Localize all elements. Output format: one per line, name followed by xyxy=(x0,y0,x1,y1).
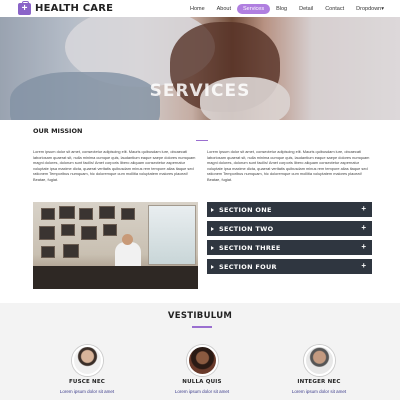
team-heading: VESTIBULUM xyxy=(167,311,233,321)
medical-bag-icon xyxy=(18,0,31,15)
team-member-card: FUSCE NEC Lorem ipsum dolor sit amet xyxy=(37,345,137,394)
wall-frame xyxy=(41,208,55,220)
office-desk xyxy=(33,266,198,289)
member-name: NULLA QUIS xyxy=(182,379,222,385)
member-text: Lorem ipsum dolor sit amet xyxy=(291,389,347,394)
hero-overlay xyxy=(0,17,400,120)
hero-banner: SERVICES xyxy=(0,17,400,120)
brand-logo[interactable]: HEALTH CARE xyxy=(18,0,114,15)
accordion-label: SECTION TWO xyxy=(219,224,274,233)
doctor-office-photo xyxy=(33,202,198,289)
main-menu: Home About Services Blog Detail Contact … xyxy=(184,0,390,17)
wall-frame xyxy=(61,224,75,236)
team-member-card: INTEGER NEC Lorem ipsum dolor sit amet xyxy=(269,345,369,394)
avatar xyxy=(186,345,218,376)
wall-frame xyxy=(41,246,55,258)
wall-frame xyxy=(99,206,115,219)
brand-name: HEALTH CARE xyxy=(35,3,114,14)
menu-item-contact[interactable]: Contact xyxy=(319,4,350,14)
wall-frame xyxy=(81,226,97,240)
menu-item-services[interactable]: Services xyxy=(237,3,271,14)
accordion-item-section-two[interactable]: SECTION TWO + xyxy=(207,221,372,236)
caret-right-icon xyxy=(211,226,214,231)
office-window xyxy=(148,205,196,265)
mission-paragraph-right: Lorem ipsum dolor sit amet, consectetur … xyxy=(207,149,370,182)
team-divider xyxy=(192,326,212,328)
doctor-head xyxy=(122,234,133,245)
team-member-card: NULLA QUIS Lorem ipsum dolor sit amet xyxy=(152,345,252,394)
wall-frame xyxy=(63,244,79,258)
accordion-item-section-three[interactable]: SECTION THREE + xyxy=(207,240,372,255)
avatar xyxy=(303,345,335,376)
wall-frame xyxy=(103,224,117,236)
accordion-item-section-four[interactable]: SECTION FOUR + xyxy=(207,259,372,274)
wall-frame xyxy=(59,206,75,219)
menu-item-dropdown[interactable]: Dropdown▾ xyxy=(350,4,390,14)
wall-frame xyxy=(79,208,93,220)
member-text: Lorem ipsum dolor sit amet xyxy=(59,389,115,394)
caret-right-icon xyxy=(211,207,214,212)
member-name: INTEGER NEC xyxy=(297,379,341,385)
top-navbar: HEALTH CARE Home About Services Blog Det… xyxy=(0,0,400,17)
accordion-label: SECTION ONE xyxy=(219,205,272,214)
caret-right-icon xyxy=(211,245,214,250)
plus-icon: + xyxy=(361,223,366,232)
accordion-label: SECTION FOUR xyxy=(219,262,277,271)
plus-icon: + xyxy=(361,242,366,251)
menu-item-home[interactable]: Home xyxy=(184,4,211,14)
avatar xyxy=(71,345,103,376)
section-accordion: SECTION ONE + SECTION TWO + SECTION THRE… xyxy=(207,202,372,278)
plus-icon: + xyxy=(361,261,366,270)
accordion-item-section-one[interactable]: SECTION ONE + xyxy=(207,202,372,217)
mission-paragraph-left: Lorem ipsum dolor sit amet, consectetur … xyxy=(33,149,196,182)
wall-frame xyxy=(121,208,135,220)
menu-item-about[interactable]: About xyxy=(211,4,237,14)
menu-item-blog[interactable]: Blog xyxy=(270,4,293,14)
plus-icon: + xyxy=(361,204,366,213)
wall-frame xyxy=(39,226,55,240)
caret-right-icon xyxy=(211,264,214,269)
accordion-label: SECTION THREE xyxy=(219,243,281,252)
menu-item-detail[interactable]: Detail xyxy=(293,4,319,14)
hero-title: SERVICES xyxy=(149,81,251,101)
member-name: FUSCE NEC xyxy=(68,379,106,385)
mission-heading: OUR MISSION xyxy=(33,127,83,135)
mission-divider xyxy=(196,140,208,141)
member-text: Lorem ipsum dolor sit amet xyxy=(174,389,230,394)
